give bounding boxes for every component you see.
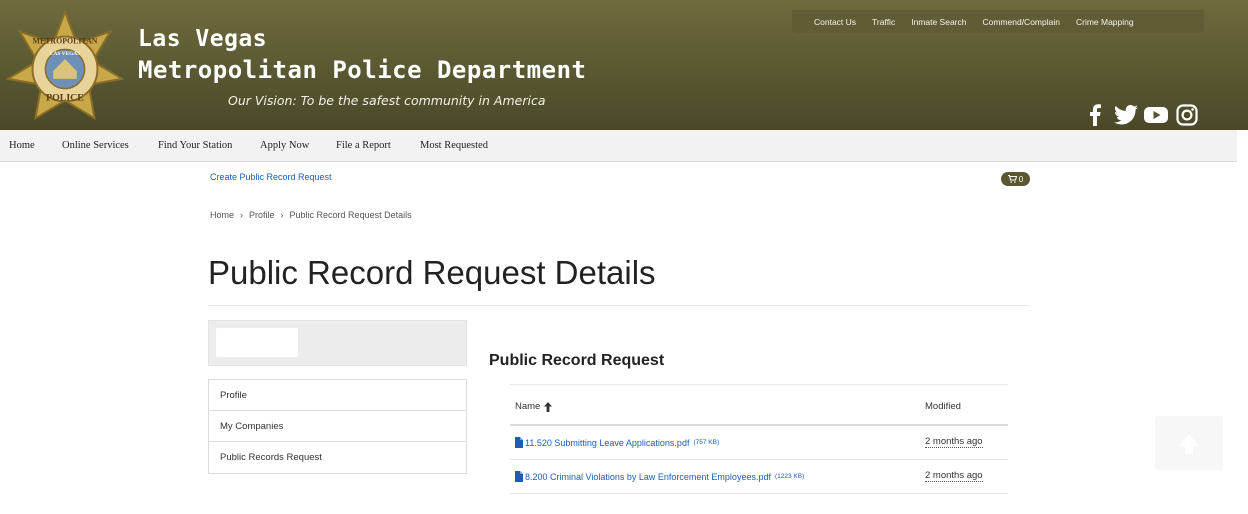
top-link-crime-mapping[interactable]: Crime Mapping bbox=[1068, 17, 1142, 27]
file-name: 11.520 Submitting Leave Applications.pdf bbox=[525, 437, 690, 448]
breadcrumb-current: Public Record Request Details bbox=[289, 210, 412, 220]
file-name: 8.200 Criminal Violations by Law Enforce… bbox=[525, 471, 771, 482]
sidebar-item-my-companies[interactable]: My Companies bbox=[209, 411, 466, 442]
profile-nav: Profile My Companies Public Records Requ… bbox=[208, 379, 467, 474]
site-header: METROPOLITAN LAS VEGAS POLICE Las Vegas … bbox=[0, 0, 1248, 130]
instagram-icon[interactable] bbox=[1176, 100, 1198, 130]
sidebar-item-public-records-request[interactable]: Public Records Request bbox=[209, 442, 466, 473]
site-title-line1[interactable]: Las Vegas bbox=[138, 26, 267, 52]
sidebar-item-profile[interactable]: Profile bbox=[209, 380, 466, 411]
modified-time: 2 months ago bbox=[925, 470, 983, 482]
badge-text-middle: LAS VEGAS bbox=[50, 51, 80, 57]
breadcrumb-profile[interactable]: Profile bbox=[249, 210, 275, 220]
table-header: Name Modified bbox=[510, 384, 1008, 426]
nav-apply-now[interactable]: Apply Now bbox=[260, 140, 309, 151]
twitter-icon[interactable] bbox=[1114, 100, 1138, 130]
cart-count: 0 bbox=[1018, 174, 1024, 184]
table-row: 11.520 Submitting Leave Applications.pdf… bbox=[510, 426, 1008, 460]
file-icon bbox=[515, 471, 523, 482]
breadcrumb-separator: › bbox=[280, 210, 284, 220]
file-icon bbox=[515, 437, 523, 448]
breadcrumb-home[interactable]: Home bbox=[210, 210, 234, 220]
sort-arrow-up-icon bbox=[544, 401, 553, 412]
badge-text-bottom: POLICE bbox=[46, 92, 84, 103]
nav-find-your-station[interactable]: Find Your Station bbox=[158, 140, 232, 151]
create-public-record-request-link[interactable]: Create Public Record Request bbox=[210, 172, 332, 182]
breadcrumb: Home › Profile › Public Record Request D… bbox=[210, 210, 412, 220]
file-size: (1223 KB) bbox=[774, 473, 805, 480]
file-size: (757 KB) bbox=[693, 439, 720, 446]
nav-file-a-report[interactable]: File a Report bbox=[336, 140, 391, 151]
page-title: Public Record Request Details bbox=[208, 254, 656, 291]
vision-statement: Our Vision: To be the safest community i… bbox=[228, 93, 546, 108]
back-to-top-button[interactable] bbox=[1155, 416, 1223, 470]
column-header-name[interactable]: Name bbox=[515, 401, 553, 412]
top-link-inmate-search[interactable]: Inmate Search bbox=[903, 17, 974, 27]
arrow-up-icon bbox=[1179, 434, 1199, 454]
breadcrumb-separator: › bbox=[240, 210, 244, 220]
table-row: 8.200 Criminal Violations by Law Enforce… bbox=[510, 460, 1008, 494]
modified-time: 2 months ago bbox=[925, 436, 983, 448]
file-link[interactable]: 11.520 Submitting Leave Applications.pdf… bbox=[515, 437, 719, 448]
badge-text-top: METROPOLITAN bbox=[33, 36, 98, 45]
column-header-modified[interactable]: Modified bbox=[925, 401, 961, 412]
nav-home[interactable]: Home bbox=[9, 140, 35, 151]
nav-most-requested[interactable]: Most Requested bbox=[420, 140, 488, 151]
youtube-icon[interactable] bbox=[1144, 100, 1168, 130]
site-title-line2[interactable]: Metropolitan Police Department bbox=[138, 56, 586, 84]
cart-icon bbox=[1007, 175, 1017, 183]
main-nav: Home Online Services Find Your Station A… bbox=[0, 130, 1237, 162]
avatar bbox=[216, 328, 298, 357]
cart-button[interactable]: 0 bbox=[1001, 172, 1030, 186]
file-link[interactable]: 8.200 Criminal Violations by Law Enforce… bbox=[515, 471, 804, 482]
nav-online-services[interactable]: Online Services bbox=[62, 140, 129, 151]
section-title: Public Record Request bbox=[489, 352, 665, 369]
files-table: Name Modified 11.520 Submitting Leave Ap… bbox=[510, 384, 1008, 494]
top-link-traffic[interactable]: Traffic bbox=[864, 17, 903, 27]
top-links-bar: Contact Us Traffic Inmate Search Commend… bbox=[792, 10, 1204, 33]
police-badge-logo[interactable]: METROPOLITAN LAS VEGAS POLICE bbox=[6, 10, 124, 128]
column-name-label: Name bbox=[515, 401, 541, 412]
top-link-contact-us[interactable]: Contact Us bbox=[806, 17, 864, 27]
title-divider bbox=[208, 305, 1030, 306]
facebook-icon[interactable] bbox=[1088, 100, 1102, 130]
top-link-commend-complain[interactable]: Commend/Complain bbox=[974, 17, 1067, 27]
profile-card-header bbox=[208, 320, 467, 366]
